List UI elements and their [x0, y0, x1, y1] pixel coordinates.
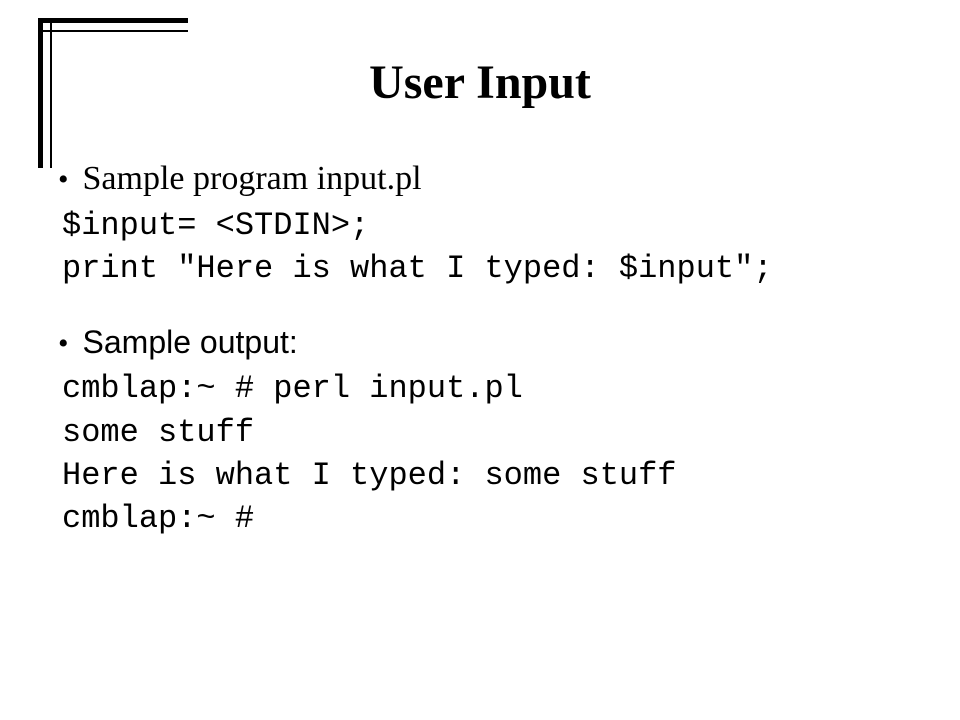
spacer [62, 290, 920, 324]
code-line: Here is what I typed: some stuff [62, 454, 920, 497]
code-line: cmblap:~ # perl input.pl [62, 367, 920, 410]
slide-title: User Input [0, 55, 960, 110]
slide-content: • Sample program input.pl $input= <STDIN… [62, 160, 920, 540]
code-line: print "Here is what I typed: $input"; [62, 247, 920, 290]
code-line: $input= <STDIN>; [62, 204, 920, 247]
bullet-item: • Sample program input.pl [62, 160, 920, 198]
bullet-text: Sample program input.pl [83, 160, 422, 198]
decoration-line [38, 18, 188, 23]
code-line: cmblap:~ # [62, 497, 920, 540]
bullet-item: • Sample output: [62, 324, 920, 361]
bullet-dot-icon: • [58, 165, 69, 195]
code-line: some stuff [62, 411, 920, 454]
decoration-line [38, 30, 188, 32]
bullet-dot-icon: • [58, 329, 69, 359]
bullet-text: Sample output: [83, 324, 298, 361]
